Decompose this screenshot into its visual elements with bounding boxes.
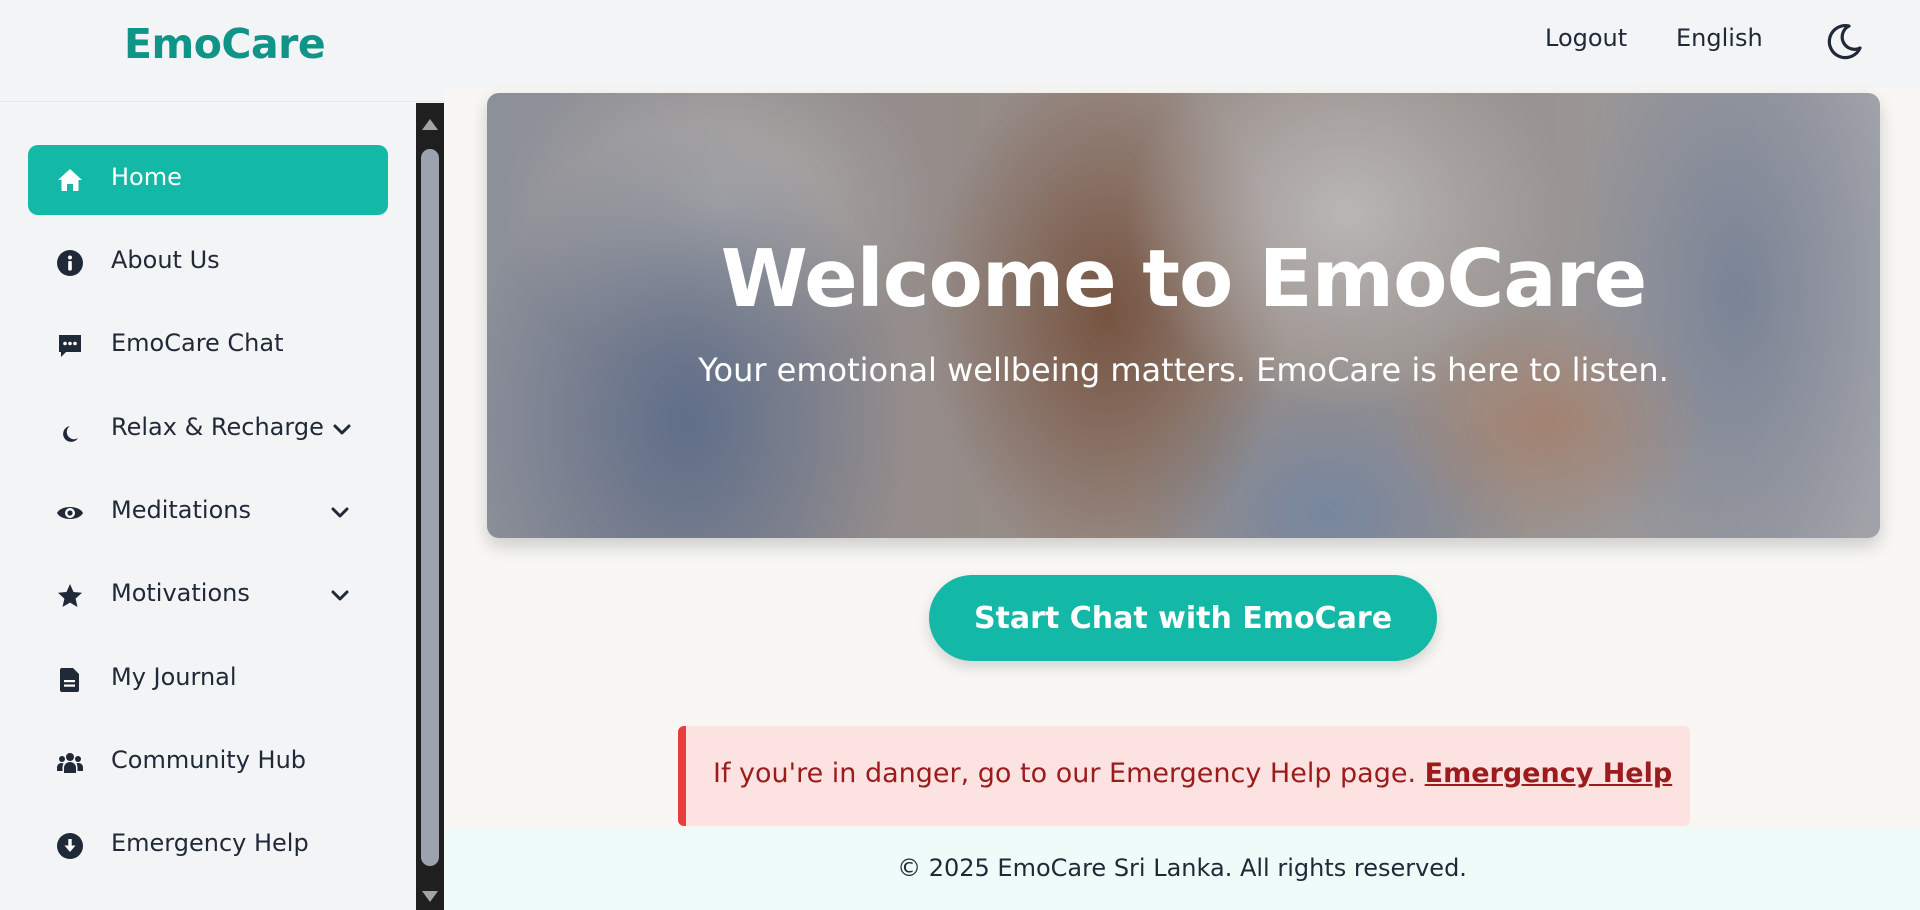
hero-banner: Welcome to EmoCare Your emotional wellbe… — [487, 93, 1880, 538]
info-icon — [57, 250, 83, 276]
theme-toggle-button[interactable] — [1822, 20, 1866, 64]
main-content: Welcome to EmoCare Your emotional wellbe… — [444, 88, 1920, 828]
journal-icon — [60, 668, 79, 692]
sidebar-item-label: Motivations — [111, 579, 250, 607]
star-icon — [58, 584, 82, 607]
logout-link[interactable]: Logout — [1545, 24, 1627, 52]
alert-message: If you're in danger, go to our Emergency… — [713, 758, 1672, 789]
home-icon — [58, 169, 82, 191]
moon-small-icon — [63, 426, 78, 442]
brand-logo[interactable]: EmoCare — [124, 20, 326, 68]
alert-text: If you're in danger, go to our Emergency… — [713, 758, 1425, 789]
sidebar-item-label: Relax & Recharge — [111, 413, 324, 441]
emergency-alert: If you're in danger, go to our Emergency… — [678, 726, 1690, 826]
sidebar-item-label: Home — [111, 163, 182, 191]
sidebar-item-home[interactable]: Home — [28, 145, 388, 215]
scroll-down-arrow-icon[interactable] — [422, 891, 438, 902]
footer: © 2025 EmoCare Sri Lanka. All rights res… — [444, 828, 1920, 910]
hero-subtitle: Your emotional wellbeing matters. EmoCar… — [698, 351, 1669, 389]
sidebar-item-about-us[interactable]: About Us — [28, 228, 388, 298]
language-selector[interactable]: English — [1676, 24, 1763, 52]
sidebar-item-emergency-help[interactable]: Emergency Help — [28, 811, 388, 881]
emergency-help-link[interactable]: Emergency Help — [1425, 758, 1673, 789]
chat-icon — [59, 335, 81, 357]
scroll-up-arrow-icon[interactable] — [422, 119, 438, 130]
sidebar-item-label: My Journal — [111, 663, 237, 691]
moon-icon — [1827, 23, 1862, 60]
sidebar-item-community-hub[interactable]: Community Hub — [28, 728, 388, 798]
sidebar-item-my-journal[interactable]: My Journal — [28, 645, 388, 715]
sidebar-item-meditations[interactable]: Meditations — [28, 478, 388, 548]
chevron-down-icon[interactable] — [330, 505, 350, 521]
top-header: EmoCare Logout English — [0, 0, 1920, 102]
chevron-down-icon[interactable] — [330, 588, 350, 604]
sidebar-item-motivations[interactable]: Motivations — [28, 561, 388, 631]
sidebar-item-label: About Us — [111, 246, 220, 274]
chevron-down-icon[interactable] — [332, 422, 352, 438]
arrow-down-circle-icon — [57, 833, 83, 859]
hero-title: Welcome to EmoCare — [720, 233, 1647, 325]
sidebar-item-emocare-chat[interactable]: EmoCare Chat — [28, 311, 388, 381]
sidebar-item-label: Community Hub — [111, 746, 307, 774]
sidebar-item-relax-recharge[interactable]: Relax & Recharge — [28, 395, 388, 465]
sidebar-item-label: EmoCare Chat — [111, 329, 284, 357]
sidebar-item-label: Emergency Help — [111, 829, 309, 857]
sidebar-scrollbar[interactable] — [416, 103, 444, 910]
users-icon — [57, 753, 83, 773]
sidebar-item-label: Meditations — [111, 496, 251, 524]
sidebar: Home About Us EmoCare Chat Relax & Recha… — [0, 103, 416, 910]
scrollbar-thumb[interactable] — [421, 149, 439, 866]
eye-icon — [57, 507, 83, 519]
footer-copyright: © 2025 EmoCare Sri Lanka. All rights res… — [897, 854, 1467, 882]
start-chat-button[interactable]: Start Chat with EmoCare — [929, 575, 1437, 661]
